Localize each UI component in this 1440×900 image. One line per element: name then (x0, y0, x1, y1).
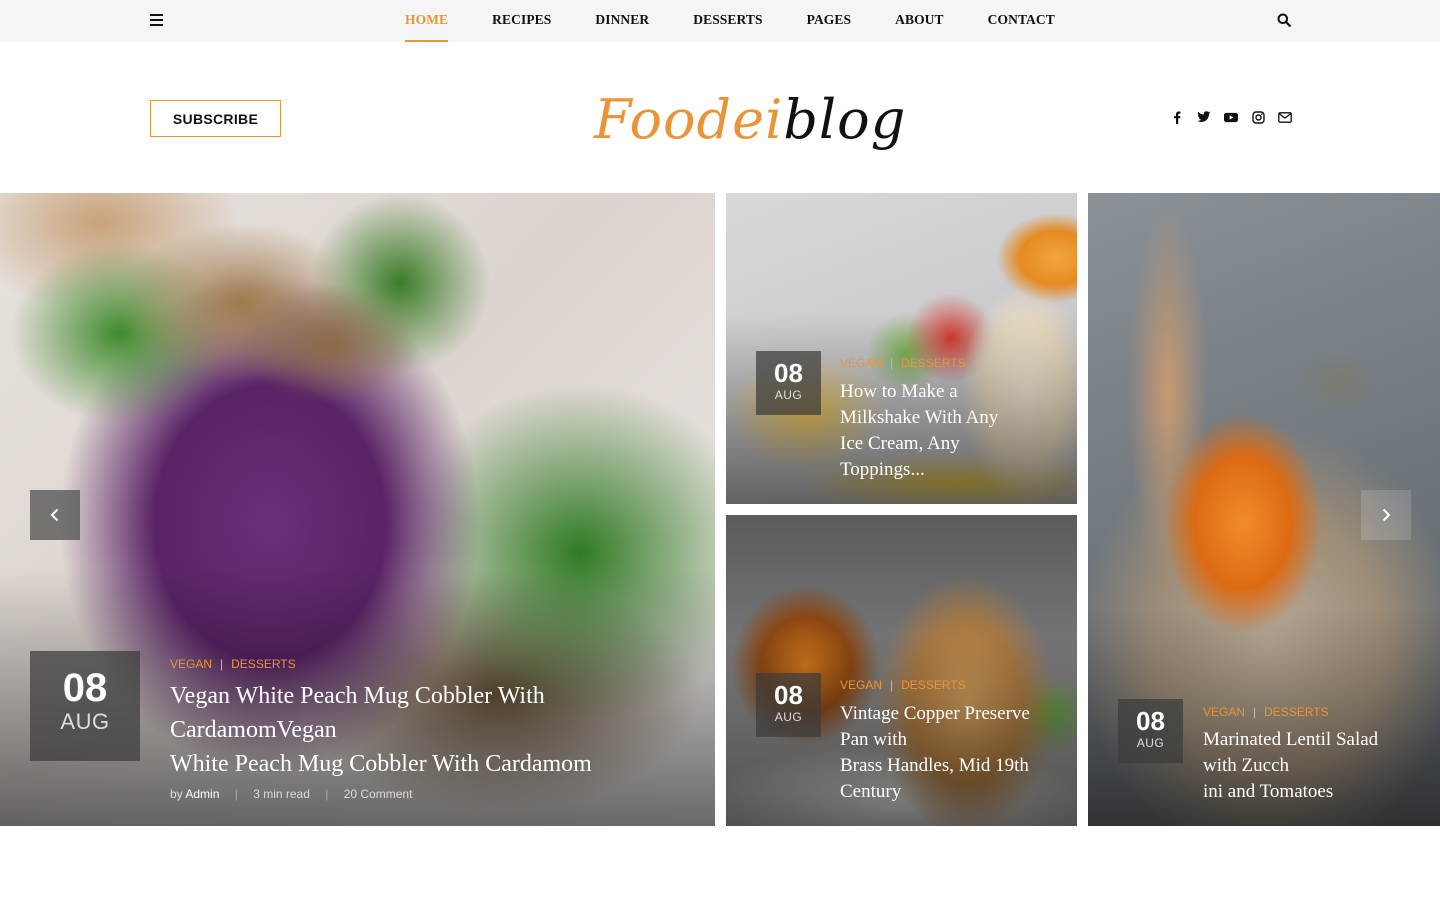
post-categories: VEGAN | DESSERTS (840, 356, 966, 370)
post-day: 08 (1136, 706, 1165, 736)
category-link-desserts[interactable]: DESSERTS (231, 657, 295, 671)
category-link-desserts[interactable]: DESSERTS (901, 356, 965, 370)
post-title[interactable]: Marinated Lentil Salad with Zucch ini an… (1203, 727, 1433, 805)
meta-separator: | (234, 787, 238, 801)
category-separator: | (890, 356, 894, 370)
category-link-vegan[interactable]: VEGAN (170, 657, 212, 671)
post-date-badge: 08 AUG (1118, 699, 1183, 763)
byline-prefix: by (170, 787, 183, 801)
envelope-icon[interactable] (1278, 110, 1292, 124)
nav-item-home[interactable]: HOME (405, 0, 449, 42)
category-separator: | (890, 678, 894, 692)
post-title[interactable]: How to Make a Milkshake With Any Ice Cre… (840, 379, 1070, 483)
post-date-badge: 08 AUG (30, 651, 140, 761)
post-day: 08 (62, 666, 108, 710)
category-link-vegan[interactable]: VEGAN (840, 356, 882, 370)
top-navbar: HOME RECIPES DINNER DESSERTS PAGES ABOUT… (0, 0, 1440, 42)
chevron-left-icon (50, 508, 59, 522)
post-card[interactable]: 08 AUG VEGAN | DESSERTS How to Make a Milk… (726, 193, 1077, 504)
nav-item-desserts[interactable]: DESSERTS (693, 0, 762, 42)
nav-item-about[interactable]: ABOUT (895, 0, 944, 42)
post-title[interactable]: Vintage Copper Preserve Pan with Brass H… (840, 701, 1070, 805)
nav-item-recipes[interactable]: RECIPES (492, 0, 551, 42)
post-title[interactable]: Vegan White Peach Mug Cobbler With Carda… (170, 679, 690, 781)
category-link-desserts[interactable]: DESSERTS (1264, 705, 1328, 719)
post-categories: VEGAN | DESSERTS (170, 657, 296, 671)
nav-item-contact[interactable]: CONTACT (988, 0, 1055, 42)
facebook-icon[interactable] (1170, 110, 1184, 124)
social-links (1170, 110, 1292, 124)
category-link-vegan[interactable]: VEGAN (1203, 705, 1245, 719)
post-categories: VEGAN | DESSERTS (1203, 705, 1329, 719)
logo-part-foodei: Foodei (594, 88, 784, 151)
youtube-icon[interactable] (1224, 110, 1238, 124)
category-separator: | (1253, 705, 1257, 719)
post-date-badge: 08 AUG (756, 673, 821, 737)
search-icon[interactable] (1277, 13, 1291, 27)
featured-post-card[interactable]: 08 AUG VEGAN | DESSERTS Vegan White Peach … (0, 193, 715, 826)
post-card[interactable]: 08 AUG VEGAN | DESSERTS Vintage Copper Pre… (726, 515, 1077, 826)
nav-item-pages[interactable]: PAGES (807, 0, 852, 42)
post-month: AUG (60, 709, 110, 734)
main-nav: HOME RECIPES DINNER DESSERTS PAGES ABOUT… (383, 0, 1077, 42)
slider-next-button[interactable] (1361, 490, 1411, 540)
twitter-icon[interactable] (1197, 110, 1211, 124)
post-author[interactable]: Admin (185, 787, 219, 801)
post-date-badge: 08 AUG (756, 351, 821, 415)
slider-prev-button[interactable] (30, 490, 80, 540)
category-link-desserts[interactable]: DESSERTS (901, 678, 965, 692)
chevron-right-icon (1382, 508, 1391, 522)
post-month: AUG (774, 388, 803, 402)
post-day: 08 (774, 680, 803, 710)
hamburger-icon[interactable] (150, 14, 163, 26)
post-month: AUG (774, 710, 803, 724)
post-categories: VEGAN | DESSERTS (840, 678, 966, 692)
category-separator: | (220, 657, 224, 671)
post-day: 08 (774, 358, 803, 388)
post-month: AUG (1136, 736, 1165, 750)
category-link-vegan[interactable]: VEGAN (840, 678, 882, 692)
subscribe-button[interactable]: SUBSCRIBE (150, 100, 281, 137)
logo-part-blog: blog (783, 88, 907, 151)
post-meta: by Admin | 3 min read | 20 Comment (170, 787, 412, 801)
nav-item-dinner[interactable]: DINNER (595, 0, 649, 42)
comment-count[interactable]: 20 Comment (344, 787, 413, 801)
instagram-icon[interactable] (1251, 110, 1265, 124)
read-time: 3 min read (253, 787, 310, 801)
site-logo[interactable]: Foodeiblog (594, 80, 905, 160)
meta-separator: | (325, 787, 329, 801)
